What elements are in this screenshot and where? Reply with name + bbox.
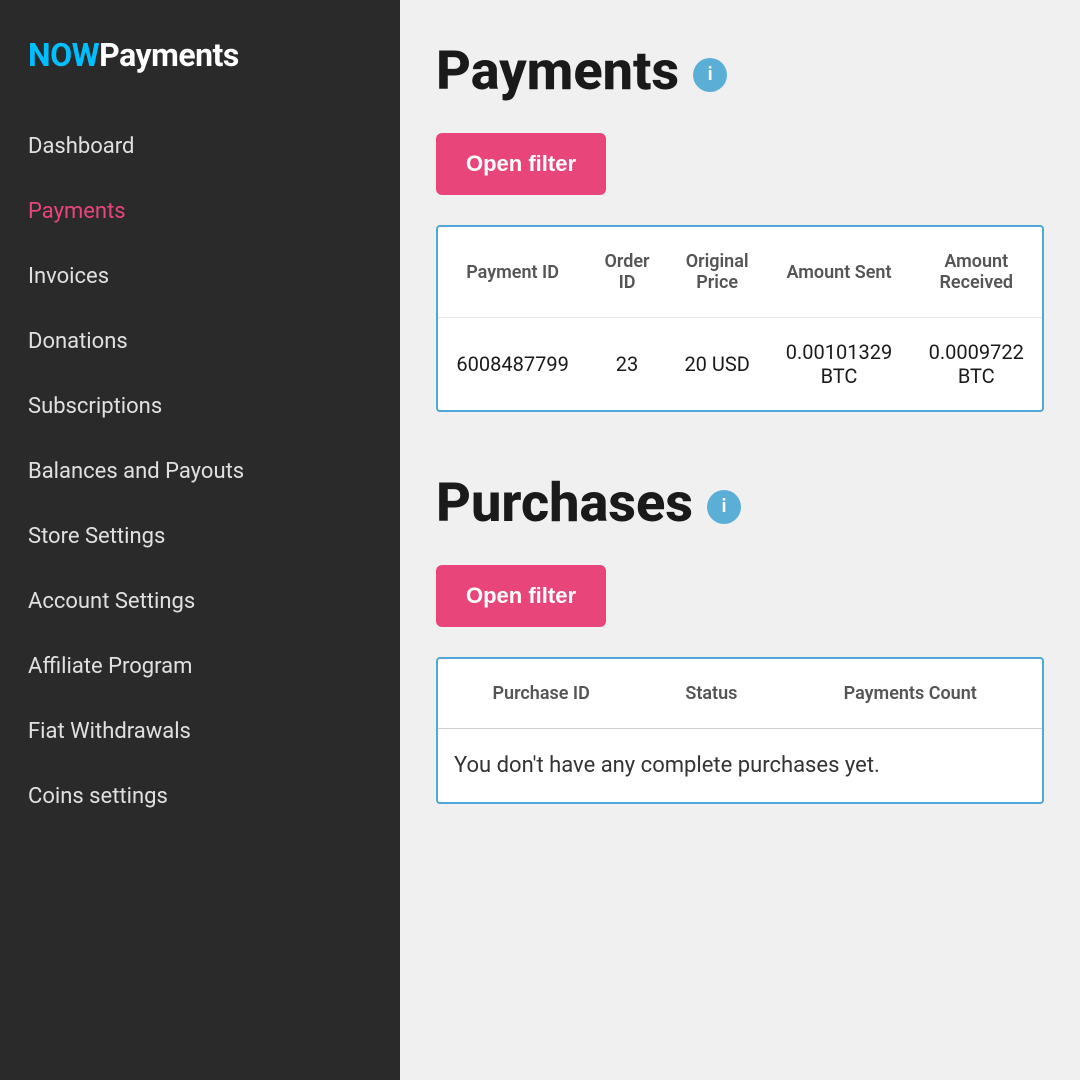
purchases-table-column-header: Purchase ID xyxy=(438,659,644,729)
purchases-title: Purchases xyxy=(436,472,693,535)
payments-info-icon[interactable]: i xyxy=(693,58,727,92)
logo-now: NOW xyxy=(28,36,99,74)
logo-area: NOWPayments xyxy=(0,0,400,114)
sidebar-item-affiliate-program[interactable]: Affiliate Program xyxy=(0,634,400,699)
purchases-table-wrapper: Purchase IDStatusPayments Count You don'… xyxy=(436,657,1044,804)
sidebar-item-store-settings[interactable]: Store Settings xyxy=(0,504,400,569)
payments-table-row: 60084877992320 USD0.00101329BTC0.0009722… xyxy=(438,318,1042,411)
payments-table-column-header: AmountReceived xyxy=(911,227,1042,318)
payments-table-cell: 0.0009722BTC xyxy=(911,318,1042,411)
payments-table-wrapper: Payment IDOrderIDOriginalPriceAmount Sen… xyxy=(436,225,1044,412)
sidebar-item-invoices[interactable]: Invoices xyxy=(0,244,400,309)
sidebar-item-coins-settings[interactable]: Coins settings xyxy=(0,764,400,829)
payments-table-column-header: Amount Sent xyxy=(767,227,910,318)
sidebar: NOWPayments DashboardPaymentsInvoicesDon… xyxy=(0,0,400,1080)
purchases-table: Purchase IDStatusPayments Count xyxy=(438,659,1042,729)
payments-open-filter-button[interactable]: Open filter xyxy=(436,133,606,195)
payments-table-column-header: OrderID xyxy=(587,227,667,318)
purchases-section-header: Purchases i xyxy=(436,472,1044,535)
payments-table-cell: 0.00101329BTC xyxy=(767,318,910,411)
main-content: Payments i Open filter Payment IDOrderID… xyxy=(400,0,1080,1080)
purchases-table-column-header: Status xyxy=(644,659,778,729)
payments-section-header: Payments i xyxy=(436,40,1044,103)
purchases-open-filter-button[interactable]: Open filter xyxy=(436,565,606,627)
payments-table-body: 60084877992320 USD0.00101329BTC0.0009722… xyxy=(438,318,1042,411)
payments-table-cell: 23 xyxy=(587,318,667,411)
sidebar-item-balances-payouts[interactable]: Balances and Payouts xyxy=(0,439,400,504)
sidebar-item-payments[interactable]: Payments xyxy=(0,179,400,244)
sidebar-item-subscriptions[interactable]: Subscriptions xyxy=(0,374,400,439)
payments-table-cell: 6008487799 xyxy=(438,318,587,411)
payments-table: Payment IDOrderIDOriginalPriceAmount Sen… xyxy=(438,227,1042,410)
sidebar-item-fiat-withdrawals[interactable]: Fiat Withdrawals xyxy=(0,699,400,764)
logo-payments: Payments xyxy=(99,36,239,74)
payments-table-column-header: OriginalPrice xyxy=(667,227,768,318)
payments-title: Payments xyxy=(436,40,679,103)
payments-table-header-row: Payment IDOrderIDOriginalPriceAmount Sen… xyxy=(438,227,1042,318)
purchases-table-column-header: Payments Count xyxy=(778,659,1042,729)
sidebar-item-dashboard[interactable]: Dashboard xyxy=(0,114,400,179)
sidebar-item-donations[interactable]: Donations xyxy=(0,309,400,374)
payments-table-head: Payment IDOrderIDOriginalPriceAmount Sen… xyxy=(438,227,1042,318)
purchases-table-head: Purchase IDStatusPayments Count xyxy=(438,659,1042,729)
sidebar-item-account-settings[interactable]: Account Settings xyxy=(0,569,400,634)
purchases-info-icon[interactable]: i xyxy=(707,490,741,524)
payments-table-column-header: Payment ID xyxy=(438,227,587,318)
nav-menu: DashboardPaymentsInvoicesDonationsSubscr… xyxy=(0,114,400,1080)
purchases-empty-message: You don't have any complete purchases ye… xyxy=(438,729,1042,802)
purchases-table-header-row: Purchase IDStatusPayments Count xyxy=(438,659,1042,729)
payments-table-cell: 20 USD xyxy=(667,318,768,411)
